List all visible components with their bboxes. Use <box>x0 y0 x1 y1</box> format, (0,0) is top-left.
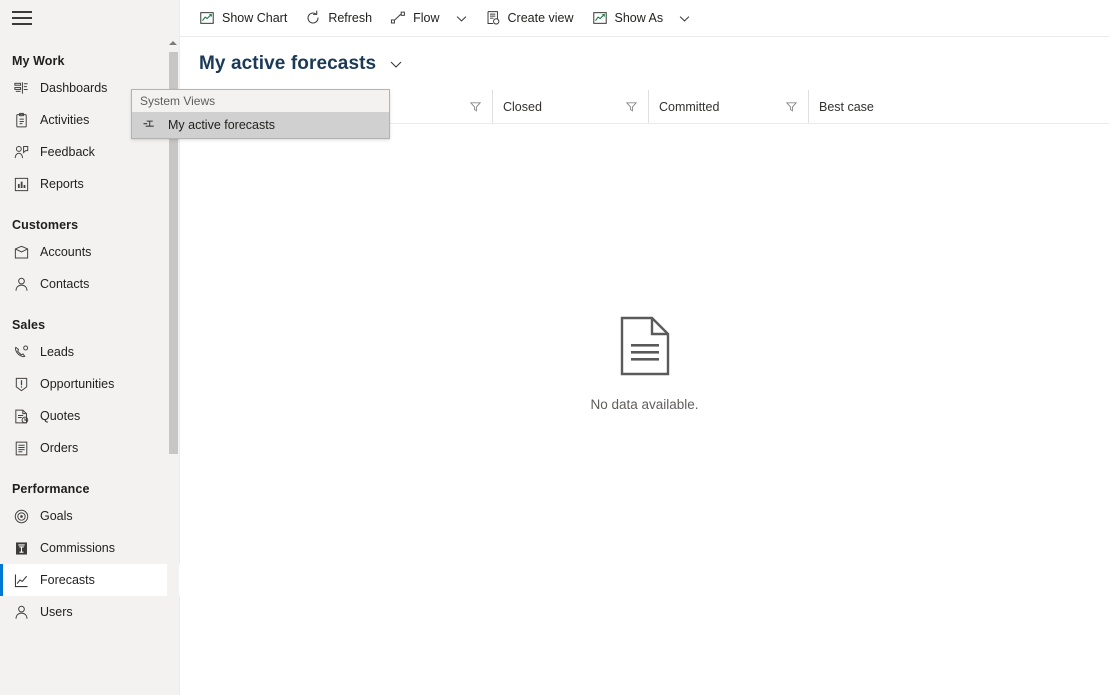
chevron-down-icon[interactable] <box>389 57 403 71</box>
sidebar-item-quotes[interactable]: Quotes <box>0 400 180 432</box>
quotes-icon <box>12 407 30 425</box>
sidebar-item-feedback[interactable]: Feedback <box>0 136 180 168</box>
sidebar-item-commissions[interactable]: Commissions <box>0 532 180 564</box>
sidebar-item-label: Forecasts <box>40 573 95 587</box>
sidebar-item-label: Opportunities <box>40 377 115 391</box>
command-flow-button[interactable]: Flow <box>381 0 448 37</box>
sidebar-item-label: Reports <box>40 177 84 191</box>
hamburger-icon[interactable] <box>12 11 32 25</box>
sidebar-item-accounts[interactable]: Accounts <box>0 236 180 268</box>
command-create-view-button[interactable]: Create view <box>476 0 583 37</box>
nav-group-title-customers: Customers <box>12 218 79 232</box>
sidebar-item-leads[interactable]: Leads <box>0 336 180 368</box>
view-header: My active forecasts <box>180 37 1109 90</box>
sidebar-item-label: Users <box>40 605 73 619</box>
leads-icon <box>12 343 30 361</box>
flyout-item-label: My active forecasts <box>168 118 275 132</box>
column-header-closed[interactable]: Closed <box>492 90 648 123</box>
column-header-committed[interactable]: Committed <box>648 90 808 123</box>
document-icon <box>619 316 671 381</box>
command-label: Show Chart <box>222 11 288 25</box>
sidebar-item-label: Accounts <box>40 245 92 259</box>
command-label: Show As <box>614 11 664 25</box>
sidebar-item-label: Activities <box>40 113 90 127</box>
command-bar: Show Chart Refresh Flow Create view Show As <box>180 0 1109 37</box>
grid-body: No data available. <box>180 124 1109 695</box>
sidebar-item-forecasts[interactable]: Forecasts <box>0 564 180 596</box>
create-view-icon <box>485 10 501 26</box>
show-as-icon <box>592 10 608 26</box>
sidebar-item-label: Feedback <box>40 145 95 159</box>
empty-state-message: No data available. <box>590 397 699 412</box>
command-refresh-button[interactable]: Refresh <box>296 0 381 37</box>
column-header-label: Best case <box>819 99 874 114</box>
sidebar-item-opportunities[interactable]: Opportunities <box>0 368 180 400</box>
nav-group-title-sales: Sales <box>12 318 46 332</box>
refresh-icon <box>305 10 321 26</box>
sidebar-item-users[interactable]: Users <box>0 596 180 628</box>
command-label: Flow <box>413 11 440 25</box>
forecasts-icon <box>12 571 30 589</box>
column-header-label: Closed <box>503 99 542 114</box>
feedback-icon <box>12 143 30 161</box>
command-label: Refresh <box>328 11 373 25</box>
orders-icon <box>12 439 30 457</box>
sidebar-item-label: Dashboards <box>40 81 108 95</box>
sidebar-item-label: Commissions <box>40 541 116 555</box>
command-show-chart-button[interactable]: Show Chart <box>190 0 296 37</box>
users-icon <box>12 603 30 621</box>
view-selector-flyout: System Views My active forecasts <box>131 89 390 139</box>
show-chart-icon <box>199 10 215 26</box>
column-header-best-case[interactable]: Best case <box>808 90 1109 123</box>
nav-group-spacer <box>0 200 180 214</box>
accounts-icon <box>12 243 30 261</box>
nav-group-title-my-work: My Work <box>12 54 65 68</box>
reports-icon <box>12 175 30 193</box>
commissions-icon <box>12 539 30 557</box>
dashboards-icon <box>12 79 30 97</box>
app-root: My Work Dashboards Activities Feedback Repor… <box>0 0 1109 695</box>
sidebar-item-contacts[interactable]: Contacts <box>0 268 180 300</box>
pin-icon <box>142 118 156 132</box>
sidebar-item-label: Goals <box>40 509 73 523</box>
sidebar-item-label: Quotes <box>40 409 81 423</box>
chevron-down-icon[interactable] <box>449 12 476 25</box>
sidebar-item-label: Contacts <box>40 277 90 291</box>
nav-top-spacer <box>0 36 180 50</box>
nav-group-spacer <box>0 300 180 314</box>
command-show-as-button[interactable]: Show As <box>583 0 673 37</box>
column-header-label: Committed <box>659 99 720 114</box>
filter-icon[interactable] <box>469 100 492 113</box>
sidebar-item-reports[interactable]: Reports <box>0 168 180 200</box>
nav-group-spacer <box>0 464 180 478</box>
scroll-up-arrow-icon[interactable] <box>167 36 179 50</box>
page-title: My active forecasts <box>199 52 377 74</box>
goals-icon <box>12 507 30 525</box>
chevron-down-icon[interactable] <box>672 12 699 25</box>
sidebar-item-label: Leads <box>40 345 75 359</box>
empty-state: No data available. <box>180 124 1109 604</box>
sidebar-item-goals[interactable]: Goals <box>0 500 180 532</box>
filter-icon[interactable] <box>785 100 808 113</box>
filter-icon[interactable] <box>625 100 648 113</box>
contacts-icon <box>12 275 30 293</box>
site-map-toggle-area <box>0 0 179 36</box>
command-label: Create view <box>507 11 574 25</box>
flow-icon <box>390 10 406 26</box>
sidebar-item-orders[interactable]: Orders <box>0 432 180 464</box>
sidebar-item-label: Orders <box>40 441 79 455</box>
activities-icon <box>12 111 30 129</box>
flyout-item-my-active-forecasts[interactable]: My active forecasts <box>132 112 389 138</box>
opportunities-icon <box>12 375 30 393</box>
nav-group-title-performance: Performance <box>12 482 90 496</box>
flyout-group-label: System Views <box>140 94 216 108</box>
